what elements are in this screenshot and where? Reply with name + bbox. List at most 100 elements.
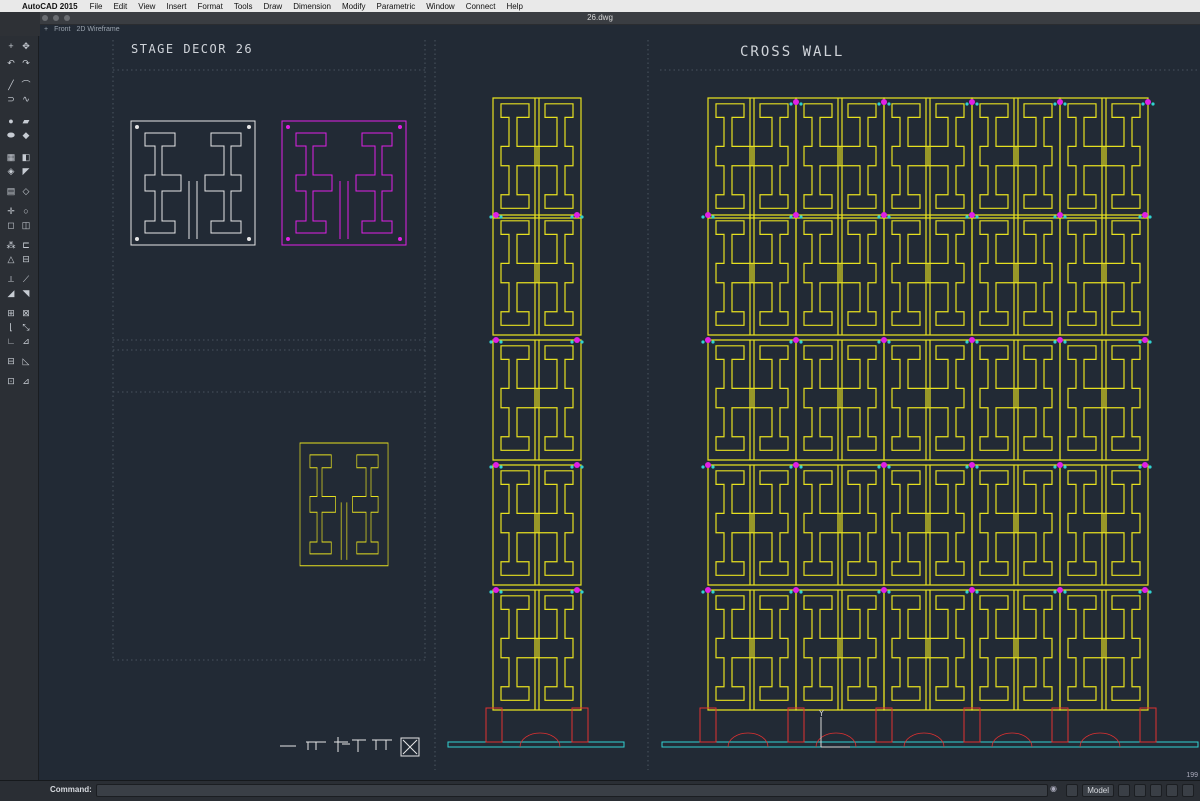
explode-icon[interactable]: ⊞ <box>5 308 17 318</box>
gradient-icon[interactable]: ◧ <box>20 152 32 162</box>
break-icon[interactable]: ⟋ <box>20 274 32 284</box>
stretch-icon[interactable]: △ <box>5 254 17 264</box>
connector-bolt <box>1053 340 1057 344</box>
connector-bolt <box>580 590 584 594</box>
osnap-icon[interactable] <box>1182 784 1194 797</box>
block-icon[interactable]: ▤ <box>5 186 17 196</box>
fillet-icon[interactable]: ◥ <box>20 288 32 298</box>
line-icon[interactable]: ╱ <box>5 80 17 90</box>
menu-edit[interactable]: Edit <box>113 2 127 11</box>
arc-icon[interactable]: ⌒ <box>20 80 32 90</box>
dimension-aligned-icon[interactable]: ⤡ <box>20 322 32 332</box>
move-icon[interactable]: ✥ <box>20 41 32 51</box>
connector-bolt <box>965 590 969 594</box>
dimension-radius-icon[interactable]: ⊿ <box>20 336 32 346</box>
connector-bolt <box>799 465 803 469</box>
base-arc <box>903 732 945 748</box>
scale-icon[interactable]: ◻ <box>5 220 17 230</box>
connector-joint <box>1057 212 1063 218</box>
layout-grid-icon[interactable] <box>1066 784 1079 797</box>
menu-parametric[interactable]: Parametric <box>377 2 416 11</box>
connector-joint <box>1142 337 1148 343</box>
connector-bolt <box>799 340 803 344</box>
hatch-icon[interactable]: ▦ <box>5 152 17 162</box>
connector-bolt <box>965 340 969 344</box>
menu-file[interactable]: File <box>90 2 103 11</box>
redo-icon[interactable]: ↷ <box>20 58 32 68</box>
menu-modify[interactable]: Modify <box>342 2 366 11</box>
wipeout-icon[interactable]: ◤ <box>20 166 32 176</box>
rectangle-icon[interactable]: ▰ <box>20 116 32 126</box>
wall-tile <box>795 339 885 461</box>
offset-icon[interactable]: ⊏ <box>20 240 32 250</box>
menu-help[interactable]: Help <box>506 2 522 11</box>
ellipse-icon[interactable]: ⬬ <box>5 130 17 140</box>
mirror-icon[interactable]: ◫ <box>20 220 32 230</box>
connector-bolt <box>789 102 793 106</box>
move-tool-icon[interactable]: ✛ <box>5 206 17 216</box>
connector-joint <box>1057 337 1063 343</box>
table-icon[interactable]: ⊡ <box>5 376 17 386</box>
polyline-icon[interactable]: ⊃ <box>5 94 17 104</box>
connector-joint <box>1145 99 1151 105</box>
connector-bolt <box>570 465 574 469</box>
connector-bolt <box>877 102 881 106</box>
wall-tile <box>883 464 973 586</box>
connector-bolt <box>1063 465 1067 469</box>
connector-bolt <box>1151 102 1155 106</box>
menu-format[interactable]: Format <box>197 2 222 11</box>
leader-icon[interactable]: ⊿ <box>20 376 32 386</box>
tool-palette: + ✥ ↶ ↷ ╱ ⌒ ⊃ ∿ ● ▰ ⬬ ◆ ▦ ◧ ◈ ◤ ▤ ◇ ✛ ○ … <box>0 36 39 780</box>
mtext-icon[interactable]: ◺ <box>20 356 32 366</box>
connector-joint <box>1142 462 1148 468</box>
array-icon[interactable]: ⁂ <box>5 240 17 250</box>
command-scroll-icon[interactable]: ◉ <box>1050 784 1062 795</box>
command-input[interactable] <box>96 784 1048 797</box>
rotate-icon[interactable]: ○ <box>20 206 32 216</box>
connector-joint <box>574 462 580 468</box>
snap-icon[interactable] <box>1118 784 1130 797</box>
erase-icon[interactable]: ◇ <box>20 186 32 196</box>
boundary-icon[interactable]: ◈ <box>5 166 17 176</box>
circle-icon[interactable]: ● <box>5 116 17 126</box>
undo-icon[interactable]: ↶ <box>5 58 17 68</box>
wall-tile <box>1059 464 1149 586</box>
menu-tools[interactable]: Tools <box>234 2 253 11</box>
trim-icon[interactable]: ⊟ <box>20 254 32 264</box>
app-menu[interactable]: AutoCAD 2015 <box>22 2 78 11</box>
menu-insert[interactable]: Insert <box>166 2 186 11</box>
connector-bolt <box>489 215 493 219</box>
dimension-linear-icon[interactable]: ⌊ <box>5 322 17 332</box>
dimension-angular-icon[interactable]: ∟ <box>5 336 17 346</box>
chamfer-icon[interactable]: ◢ <box>5 288 17 298</box>
wall-tile <box>795 589 885 711</box>
connector-bolt <box>580 340 584 344</box>
connector-bolt <box>580 465 584 469</box>
connector-joint <box>793 587 799 593</box>
grid-toggle-icon[interactable] <box>1134 784 1146 797</box>
menu-window[interactable]: Window <box>426 2 454 11</box>
model-space-button[interactable]: Model <box>1082 784 1114 797</box>
connector-joint <box>969 587 975 593</box>
connector-joint <box>881 212 887 218</box>
spline-icon[interactable]: ∿ <box>20 94 32 104</box>
menu-dimension[interactable]: Dimension <box>293 2 331 11</box>
extend-icon[interactable]: ⟂ <box>5 274 17 284</box>
select-tool-icon[interactable]: + <box>5 41 17 51</box>
ortho-icon[interactable] <box>1150 784 1162 797</box>
text-icon[interactable]: ⊟ <box>5 356 17 366</box>
menu-connect[interactable]: Connect <box>466 2 496 11</box>
menu-view[interactable]: View <box>138 2 155 11</box>
polar-icon[interactable] <box>1166 784 1178 797</box>
cross-wall <box>701 97 1155 711</box>
connector-joint <box>705 587 711 593</box>
wall-tile <box>707 464 797 586</box>
base-foot <box>963 707 981 743</box>
connector-bolt <box>570 215 574 219</box>
join-icon[interactable]: ⊠ <box>20 308 32 318</box>
drawing-canvas[interactable]: STAGE DECOR 26 CROSS WALL Y <box>39 24 1200 780</box>
connector-bolt <box>499 340 503 344</box>
menu-draw[interactable]: Draw <box>264 2 283 11</box>
connector-bolt <box>975 465 979 469</box>
region-icon[interactable]: ◆ <box>20 130 32 140</box>
